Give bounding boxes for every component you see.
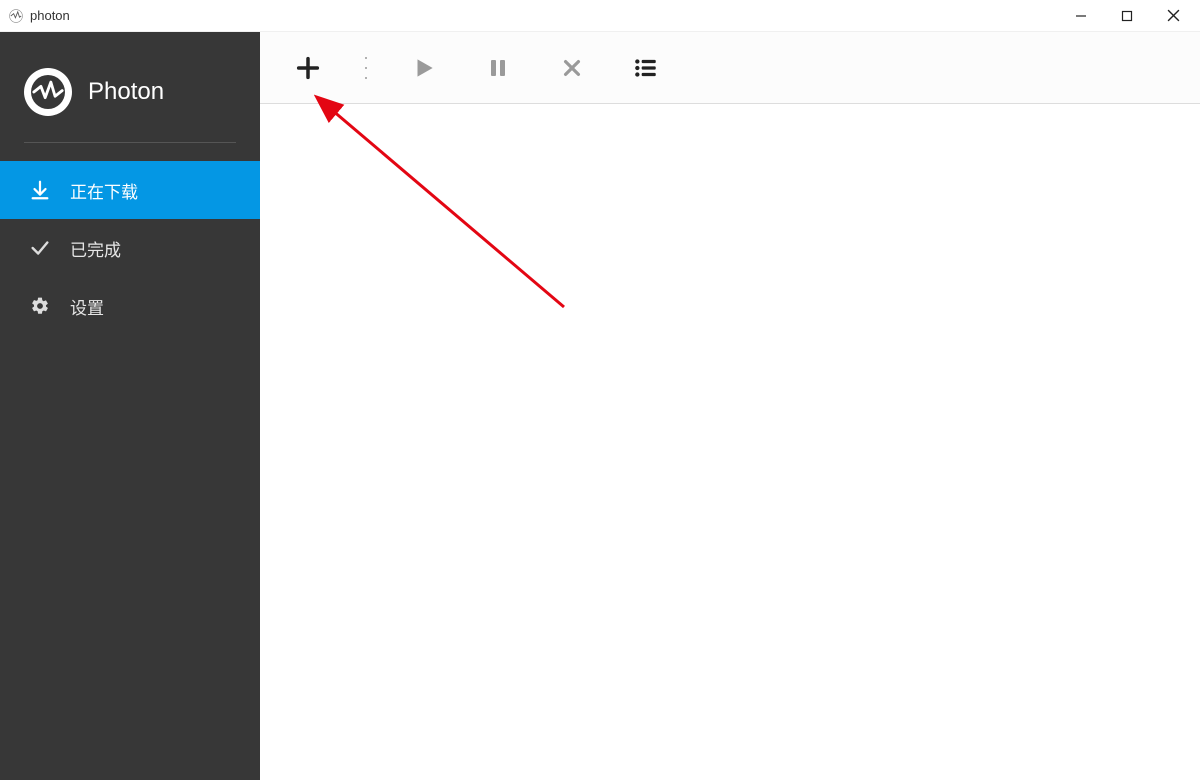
sidebar-nav: 正在下载 已完成 设置: [0, 161, 260, 335]
download-list-empty: [260, 104, 1200, 780]
sidebar-item-label: 正在下载: [70, 178, 138, 203]
list-button[interactable]: [628, 50, 664, 86]
add-button[interactable]: [290, 50, 326, 86]
brand: Photon: [0, 50, 260, 142]
sidebar: Photon 正在下载 已完成 设置: [0, 32, 260, 780]
toolbar-separator-icon: [364, 57, 368, 79]
main-area: [260, 32, 1200, 780]
gear-icon: [28, 294, 52, 318]
check-icon: [28, 236, 52, 260]
sidebar-item-settings[interactable]: 设置: [0, 277, 260, 335]
minimize-button[interactable]: [1058, 1, 1104, 31]
toolbar: [260, 32, 1200, 104]
titlebar-left: photon: [8, 8, 70, 24]
sidebar-divider: [24, 142, 236, 143]
play-button[interactable]: [406, 50, 442, 86]
sidebar-item-completed[interactable]: 已完成: [0, 219, 260, 277]
sidebar-item-label: 设置: [70, 294, 104, 319]
close-window-button[interactable]: [1150, 1, 1196, 31]
sidebar-item-label: 已完成: [70, 236, 121, 261]
window-title: photon: [30, 8, 70, 23]
titlebar: photon: [0, 0, 1200, 32]
brand-logo-icon: [24, 68, 72, 116]
maximize-button[interactable]: [1104, 1, 1150, 31]
cancel-button[interactable]: [554, 50, 590, 86]
window-controls: [1058, 1, 1196, 31]
sidebar-item-downloading[interactable]: 正在下载: [0, 161, 260, 219]
download-icon: [28, 178, 52, 202]
brand-name: Photon: [88, 78, 164, 106]
pause-button[interactable]: [480, 50, 516, 86]
app-icon: [8, 8, 24, 24]
